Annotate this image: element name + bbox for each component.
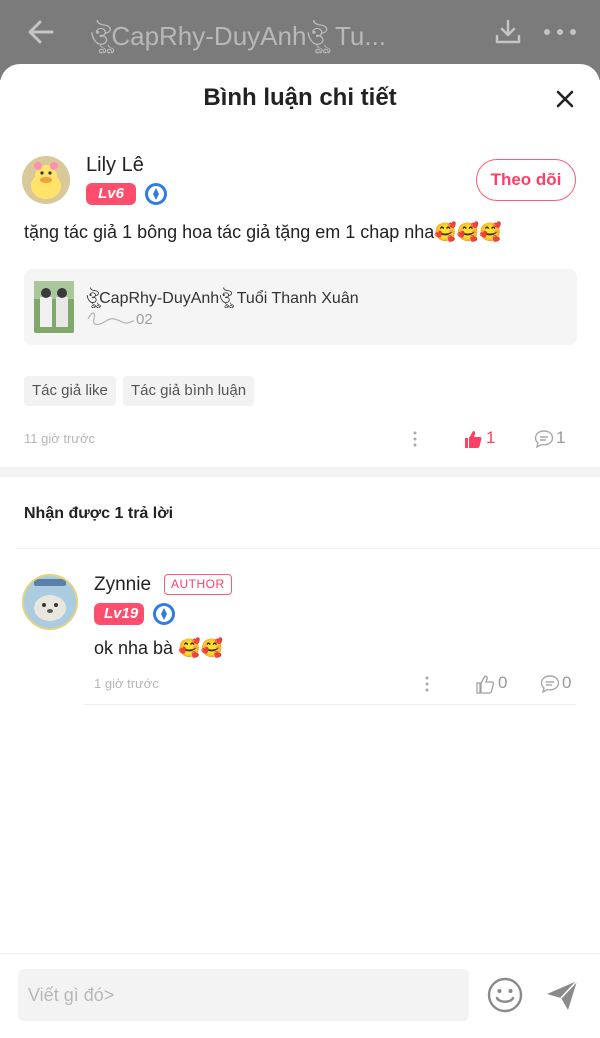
username[interactable]: Lily Lê — [86, 154, 144, 177]
thumbs-up-filled-icon — [465, 431, 482, 448]
reply-username[interactable]: Zynnie — [94, 574, 151, 596]
duck-avatar-image — [22, 156, 70, 204]
comment-emoji: 🥰🥰🥰 — [434, 222, 502, 242]
seal-avatar-image — [24, 576, 76, 628]
comment-count: 1 — [556, 428, 566, 447]
tag-author-like: Tác giả like — [24, 376, 116, 406]
story-chapter-number: 02 — [136, 311, 153, 328]
comment-body: tặng tác giả 1 bông hoa tác giả tặng em … — [24, 222, 435, 242]
chapter-scribble-icon — [87, 312, 135, 326]
verified-icon — [153, 603, 175, 625]
story-card[interactable]: ঔৣCapRhy-DuyAnhঔৣ Tuổi Thanh Xuân 02 — [24, 269, 577, 345]
reply-level-badge: Lv19 — [94, 603, 144, 625]
sheet-title: Bình luận chi tiết — [203, 84, 397, 111]
reply-like-count: 0 — [498, 673, 508, 692]
divider — [16, 548, 600, 549]
back-arrow-icon[interactable] — [26, 14, 56, 50]
background-title: ঔৣCapRhy-DuyAnhঔৣ Tu... — [90, 21, 387, 51]
tag-author-comment: Tác giả bình luận — [123, 376, 255, 406]
more-options-icon[interactable] — [424, 675, 430, 693]
input-bar-border — [0, 953, 600, 954]
reply-avatar[interactable] — [22, 574, 78, 630]
author-badge: AUTHOR — [164, 574, 232, 595]
reply-comment-count: 0 — [562, 673, 572, 692]
comment-detail-sheet: Bình luận chi tiết Lily Lê Lv6 Theo dõi … — [0, 64, 600, 1038]
comment-time: 11 giờ trước — [24, 431, 96, 446]
section-divider — [0, 467, 600, 477]
follow-button[interactable]: Theo dõi — [476, 159, 576, 201]
comment-bubble-icon — [534, 430, 554, 449]
story-cover-image — [34, 281, 74, 333]
comment-bubble-icon — [540, 675, 560, 694]
close-icon[interactable] — [552, 86, 578, 112]
comment-input[interactable] — [18, 969, 469, 1021]
thumbs-up-outline-icon — [476, 675, 494, 694]
download-icon[interactable] — [494, 18, 522, 46]
reply-body: ok nha bà — [94, 638, 174, 658]
reply-text: ok nha bà 🥰🥰 — [94, 638, 223, 659]
send-icon[interactable] — [544, 977, 580, 1013]
divider — [84, 704, 576, 705]
more-icon[interactable] — [542, 22, 578, 42]
story-title: ঔৣCapRhy-DuyAnhঔৣ Tuổi Thanh Xuân — [86, 290, 359, 307]
more-options-icon[interactable] — [412, 430, 418, 448]
comment-text: tặng tác giả 1 bông hoa tác giả tặng em … — [24, 222, 502, 243]
verified-icon — [145, 183, 167, 205]
avatar[interactable] — [22, 156, 70, 204]
story-chapter: 02 — [86, 309, 153, 328]
like-count: 1 — [486, 428, 496, 447]
reply-emoji: 🥰🥰 — [178, 638, 223, 658]
reply-time: 1 giờ trước — [94, 676, 159, 691]
emoji-icon[interactable] — [487, 977, 523, 1013]
replies-header: Nhận được 1 trả lời — [24, 505, 174, 522]
level-badge: Lv6 — [86, 183, 136, 205]
